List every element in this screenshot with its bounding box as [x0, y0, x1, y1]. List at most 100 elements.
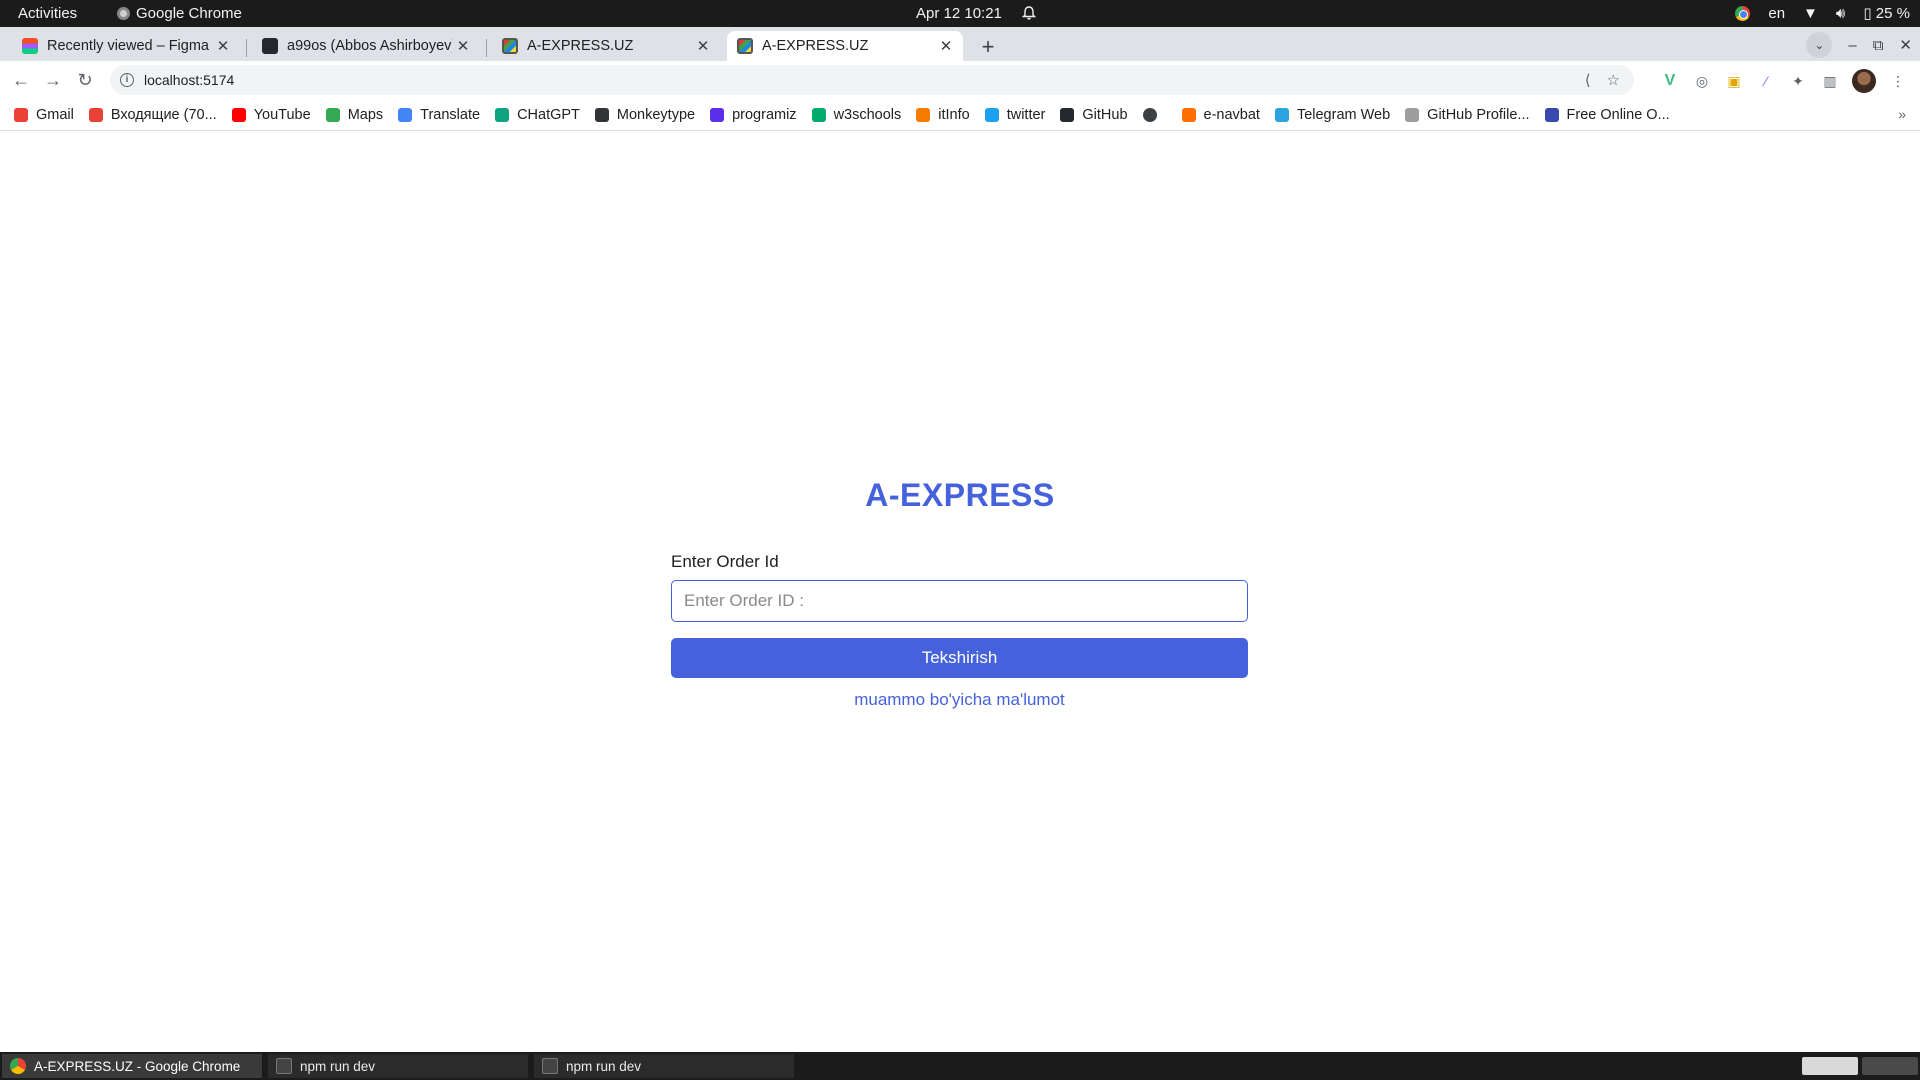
chrome-icon [117, 7, 130, 20]
bookmark-item[interactable]: Translate [398, 107, 480, 123]
bookmark-item[interactable]: e-navbat [1181, 107, 1260, 123]
bookmark-item[interactable]: Monkeytype [594, 106, 696, 123]
terminal-icon [276, 1058, 292, 1074]
taskbar-item-chrome[interactable]: A-EXPRESS.UZ - Google Chrome [2, 1054, 262, 1078]
site-info-icon[interactable]: i [120, 73, 134, 87]
check-button[interactable]: Tekshirish [671, 638, 1248, 678]
bookmark-item[interactable]: Maps [325, 106, 384, 123]
app-menu-label: Google Chrome [136, 5, 242, 22]
taskbar-item-terminal-2[interactable]: npm run dev [534, 1054, 794, 1078]
browser-toolbar: ← → ↻ i localhost:5174 ⟨ ☆ V ◎ ▣ ∕ ✦ ▥ ⋮ [0, 61, 1920, 99]
order-form: Enter Order Id Tekshirish muammo bo'yich… [671, 552, 1248, 710]
github-icon [262, 38, 278, 54]
bookmark-label: itInfo [938, 106, 970, 123]
extension-icon[interactable]: ▣ [1724, 71, 1744, 91]
battery-level: 25 % [1875, 5, 1910, 22]
clock[interactable]: Apr 12 10:21 [916, 5, 1002, 22]
bookmark-item[interactable]: Telegram Web [1274, 106, 1391, 123]
tab-title: a99os (Abbos Ashirboyev) [287, 38, 452, 54]
forward-button[interactable]: → [42, 69, 64, 91]
close-window-button[interactable]: ✕ [1899, 36, 1912, 54]
bookmark-label: Free Online O... [1566, 106, 1670, 123]
close-icon[interactable]: ✕ [692, 37, 714, 55]
workspace-1[interactable] [1802, 1057, 1858, 1075]
bookmarks-bar: Gmail Входящие (70... YouTube Maps Translate… [0, 99, 1920, 131]
close-icon[interactable]: ✕ [935, 37, 957, 55]
bookmark-item[interactable]: Входящие (70... [88, 106, 217, 123]
tab-aexpress-1[interactable]: A-EXPRESS.UZ ✕ [492, 31, 720, 61]
brand-title: A-EXPRESS [865, 477, 1055, 513]
bookmark-item[interactable]: YouTube [231, 106, 311, 123]
tab-aexpress-active[interactable]: A-EXPRESS.UZ ✕ [727, 31, 963, 61]
kebab-menu-icon[interactable]: ⋮ [1888, 71, 1908, 91]
bookmark-star-icon[interactable]: ☆ [1607, 71, 1620, 89]
volume-icon: 🔊︎ [1835, 4, 1846, 22]
help-link[interactable]: muammo bo'yicha ma'lumot [671, 690, 1248, 710]
reload-button[interactable]: ↻ [74, 69, 96, 91]
bookmark-item[interactable]: Gmail [14, 107, 74, 123]
globe-extension-icon[interactable]: ◎ [1692, 71, 1712, 91]
bookmark-favicon-icon [1060, 107, 1075, 122]
bookmark-label: w3schools [833, 106, 902, 123]
pen-extension-icon[interactable]: ∕ [1756, 71, 1776, 91]
bookmark-favicon-icon [325, 107, 340, 122]
minimize-button[interactable]: – [1848, 37, 1856, 54]
close-icon[interactable]: ✕ [212, 37, 234, 55]
bookmark-item[interactable]: CHatGPT [495, 107, 580, 123]
taskbar-item-label: A-EXPRESS.UZ - Google Chrome [34, 1058, 241, 1074]
vue-devtools-icon[interactable]: V [1660, 71, 1680, 91]
tab-divider [486, 39, 487, 57]
bookmarks-overflow-button[interactable]: » [1898, 106, 1906, 122]
site-icon [502, 38, 518, 54]
tab-figma[interactable]: Recently viewed – Figma ✕ [12, 31, 240, 61]
bookmark-label: GitHub Profile... [1427, 106, 1530, 123]
chrome-tray-icon[interactable] [1735, 5, 1751, 21]
share-icon[interactable]: ⟨ [1585, 71, 1591, 89]
wifi-icon: ▼ [1803, 4, 1818, 22]
app-menu[interactable]: Google Chrome [117, 5, 242, 22]
order-id-label: Enter Order Id [671, 552, 779, 571]
side-panel-icon[interactable]: ▥ [1820, 71, 1840, 91]
order-id-input[interactable] [671, 580, 1248, 622]
address-bar[interactable]: i localhost:5174 ⟨ ☆ [110, 65, 1634, 95]
address-url[interactable]: localhost:5174 [144, 72, 234, 88]
bookmark-favicon-icon [916, 107, 931, 122]
bookmark-item[interactable]: w3schools [811, 106, 902, 123]
taskbar-item-terminal-1[interactable]: npm run dev [268, 1054, 528, 1078]
bookmark-item[interactable] [1142, 107, 1167, 122]
bookmark-item[interactable]: itInfo [916, 106, 970, 123]
battery-status: ▯ 25 % [1863, 4, 1910, 22]
new-tab-button[interactable]: + [974, 34, 1002, 62]
battery-icon: ▯ [1863, 5, 1872, 22]
bookmark-label: Gmail [36, 106, 74, 123]
bookmark-item[interactable]: GitHub Profile... [1405, 106, 1530, 123]
tab-search-button[interactable]: ⌄ [1806, 32, 1833, 58]
back-button[interactable]: ← [10, 69, 32, 91]
tab-title: Recently viewed – Figma [47, 38, 209, 54]
system-tray[interactable]: en ▼ 🔊︎ ▯ 25 % [1735, 4, 1910, 22]
bookmark-item[interactable]: twitter [984, 107, 1045, 123]
bookmark-label: Monkeytype [616, 106, 696, 123]
taskbar-item-label: npm run dev [566, 1058, 642, 1074]
taskbar-item-label: npm run dev [300, 1058, 376, 1074]
bookmark-label: YouTube [253, 106, 311, 123]
bookmark-label: Translate [420, 106, 481, 123]
workspace-2[interactable] [1862, 1057, 1918, 1075]
close-icon[interactable]: ✕ [452, 37, 474, 55]
activities-button[interactable]: Activities [18, 5, 77, 22]
figma-icon [22, 38, 38, 54]
tab-github[interactable]: a99os (Abbos Ashirboyev) ✕ [252, 31, 480, 61]
tab-title: A-EXPRESS.UZ [527, 38, 634, 54]
chrome-icon [10, 1058, 26, 1074]
bookmark-label: Maps [347, 106, 384, 123]
puzzle-icon[interactable]: ✦ [1788, 71, 1808, 91]
bookmark-item[interactable]: GitHub [1060, 107, 1128, 123]
bookmark-label: Входящие (70... [110, 106, 217, 123]
language-indicator[interactable]: en [1768, 5, 1785, 22]
bookmark-item[interactable]: programiz [710, 107, 797, 123]
bookmark-label: Telegram Web [1296, 106, 1391, 123]
maximize-button[interactable]: ⧉ [1873, 37, 1884, 54]
bookmark-item[interactable]: Free Online O... [1544, 106, 1670, 123]
bookmark-favicon-icon [495, 107, 510, 122]
profile-avatar[interactable] [1852, 69, 1876, 93]
